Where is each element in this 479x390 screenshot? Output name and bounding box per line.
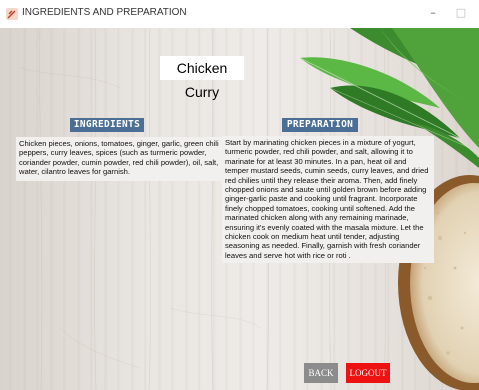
maximize-button[interactable]: □: [452, 5, 470, 21]
window-title-bar: INGREDIENTS AND PREPARATION – □: [0, 0, 479, 29]
logout-button[interactable]: LOGOUT: [346, 363, 390, 383]
ingredients-text: Chicken pieces, onions, tomatoes, ginger…: [16, 137, 222, 181]
ingredients-header: INGREDIENTS: [70, 118, 144, 132]
recipe-title: Chicken Curry: [160, 56, 244, 100]
recipe-canvas: Chicken Curry INGREDIENTS PREPARATION Ch…: [0, 28, 479, 390]
app-feather-icon: [6, 8, 18, 20]
window-title: INGREDIENTS AND PREPARATION: [22, 7, 187, 18]
preparation-header: PREPARATION: [282, 118, 358, 132]
preparation-text: Start by marinating chicken pieces in a …: [222, 136, 434, 263]
back-button[interactable]: BACK: [304, 363, 338, 383]
minimize-button[interactable]: –: [424, 5, 442, 21]
